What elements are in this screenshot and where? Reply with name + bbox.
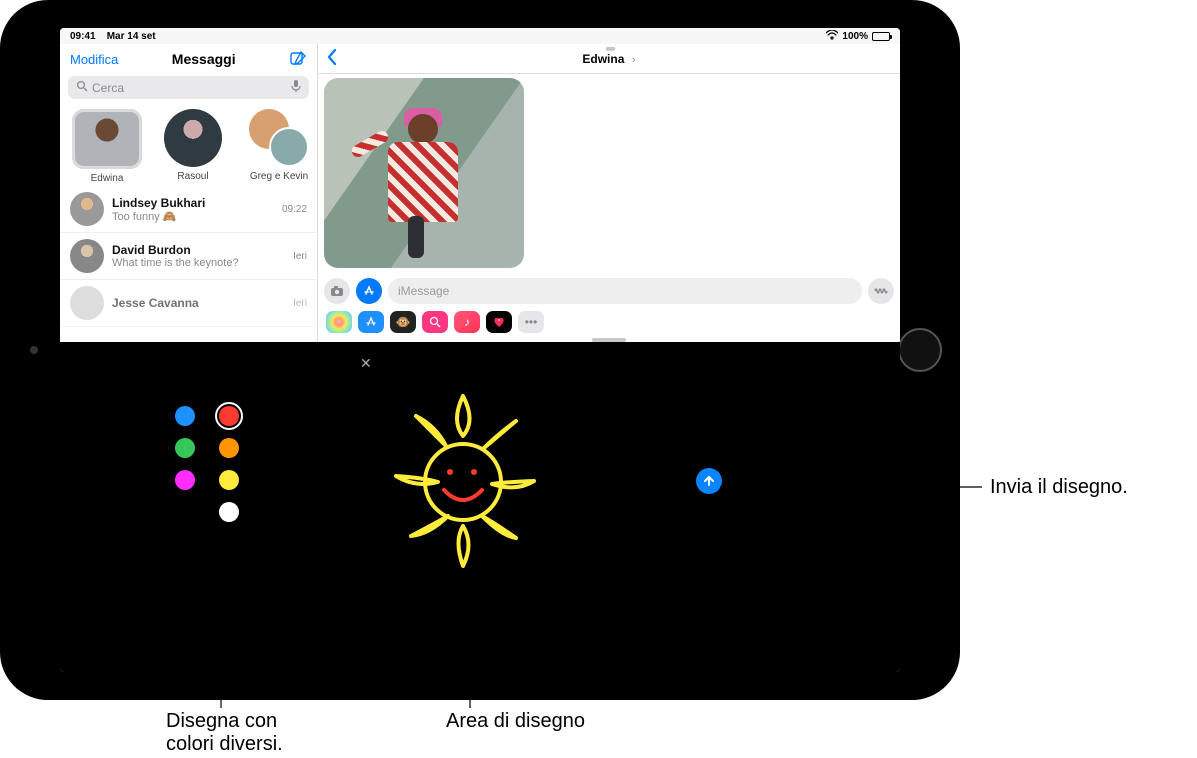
- close-canvas-button[interactable]: ✕: [360, 356, 372, 370]
- conversation-time: Ieri: [293, 298, 307, 309]
- color-green[interactable]: [175, 438, 195, 458]
- pinned-contact[interactable]: Edwina: [68, 109, 146, 184]
- message-placeholder: iMessage: [398, 284, 449, 298]
- compose-button[interactable]: [289, 50, 307, 68]
- pinned-row: Edwina Rasoul Greg e Kevin: [60, 103, 317, 186]
- conversation-header: Edwina › •••: [318, 44, 900, 74]
- appstore-app-icon[interactable]: [358, 311, 384, 333]
- digital-touch-panel: ✕: [60, 342, 900, 672]
- dictate-icon[interactable]: [291, 79, 301, 96]
- home-button[interactable]: [898, 328, 942, 372]
- callout-colors: Disegna con colori diversi.: [166, 710, 366, 756]
- conversation-name: Lindsey Bukhari: [112, 196, 274, 210]
- drawing-canvas-wrap: ✕: [356, 354, 570, 622]
- color-magenta[interactable]: [175, 470, 195, 490]
- drawing-canvas[interactable]: [356, 376, 570, 622]
- conversation-item[interactable]: David Burdon What time is the keynote? I…: [60, 233, 317, 280]
- conversation-snippet: Too funny 🙈: [112, 210, 274, 223]
- conversation-list[interactable]: Lindsey Bukhari Too funny 🙈 09:22 David …: [60, 186, 317, 342]
- pinned-label: Greg e Kevin: [240, 171, 317, 182]
- chevron-right-icon: ›: [629, 54, 636, 66]
- callout-canvas: Area di disegno: [446, 710, 585, 733]
- conversation-title[interactable]: Edwina: [582, 52, 624, 66]
- pinned-label: Edwina: [68, 173, 146, 184]
- color-yellow[interactable]: [219, 470, 239, 490]
- photos-app-icon[interactable]: [326, 311, 352, 333]
- color-orange[interactable]: [219, 438, 239, 458]
- conversation-time: 09:22: [282, 204, 307, 215]
- search-placeholder: Cerca: [92, 81, 124, 95]
- grabber-icon[interactable]: •••: [605, 41, 613, 59]
- sidebar: Modifica Messaggi Cerca: [60, 44, 318, 342]
- ipad-frame: 09:41 Mar 14 set 100% Modifica Messaggi: [0, 0, 960, 700]
- messages-app: Modifica Messaggi Cerca: [60, 44, 900, 342]
- music-app-icon[interactable]: ♪: [454, 311, 480, 333]
- status-time: 09:41: [70, 31, 96, 42]
- callout-send: Invia il disegno.: [990, 476, 1128, 499]
- pinned-contact[interactable]: Rasoul: [154, 109, 232, 184]
- conversation-pane: Edwina › •••: [318, 44, 900, 342]
- photo-message[interactable]: [324, 78, 524, 268]
- search-icon: [76, 80, 88, 95]
- color-blue[interactable]: [175, 406, 195, 426]
- more-apps-icon[interactable]: •••: [518, 311, 544, 333]
- wifi-icon: [826, 30, 838, 43]
- memoji-app-icon[interactable]: 🐵: [390, 311, 416, 333]
- message-field[interactable]: iMessage: [388, 278, 862, 304]
- back-button[interactable]: [326, 48, 338, 71]
- bracket-colors: [172, 604, 270, 622]
- hashtag-images-icon[interactable]: [422, 311, 448, 333]
- conversation-name: David Burdon: [112, 243, 285, 257]
- app-store-button[interactable]: [356, 278, 382, 304]
- digital-touch-app-icon[interactable]: [486, 311, 512, 333]
- send-drawing-button[interactable]: [696, 468, 722, 494]
- color-palette: [175, 406, 243, 522]
- edit-button[interactable]: Modifica: [70, 52, 118, 67]
- sidebar-title: Messaggi: [172, 51, 236, 67]
- conversation-snippet: What time is the keynote?: [112, 257, 285, 269]
- pinned-contact[interactable]: Greg e Kevin: [240, 109, 317, 184]
- status-date: Mar 14 set: [107, 31, 156, 42]
- message-input-row: iMessage: [318, 274, 900, 308]
- audio-message-button[interactable]: [868, 278, 894, 304]
- app-strip: 🐵 ♪ •••: [318, 308, 900, 336]
- screen: 09:41 Mar 14 set 100% Modifica Messaggi: [60, 28, 900, 672]
- camera-button[interactable]: [324, 278, 350, 304]
- status-bar: 09:41 Mar 14 set 100%: [60, 28, 900, 44]
- conversation-item[interactable]: Jesse Cavanna Ieri: [60, 280, 317, 327]
- color-red[interactable]: [219, 406, 239, 426]
- search-input[interactable]: Cerca: [68, 76, 309, 99]
- conversation-time: Ieri: [293, 251, 307, 262]
- pinned-label: Rasoul: [154, 171, 232, 182]
- battery-icon: [872, 32, 890, 41]
- front-camera: [30, 346, 38, 354]
- battery-pct: 100%: [842, 31, 868, 42]
- conversation-body[interactable]: [318, 74, 900, 274]
- conversation-item[interactable]: Lindsey Bukhari Too funny 🙈 09:22: [60, 186, 317, 233]
- conversation-name: Jesse Cavanna: [112, 296, 285, 310]
- color-white[interactable]: [219, 502, 239, 522]
